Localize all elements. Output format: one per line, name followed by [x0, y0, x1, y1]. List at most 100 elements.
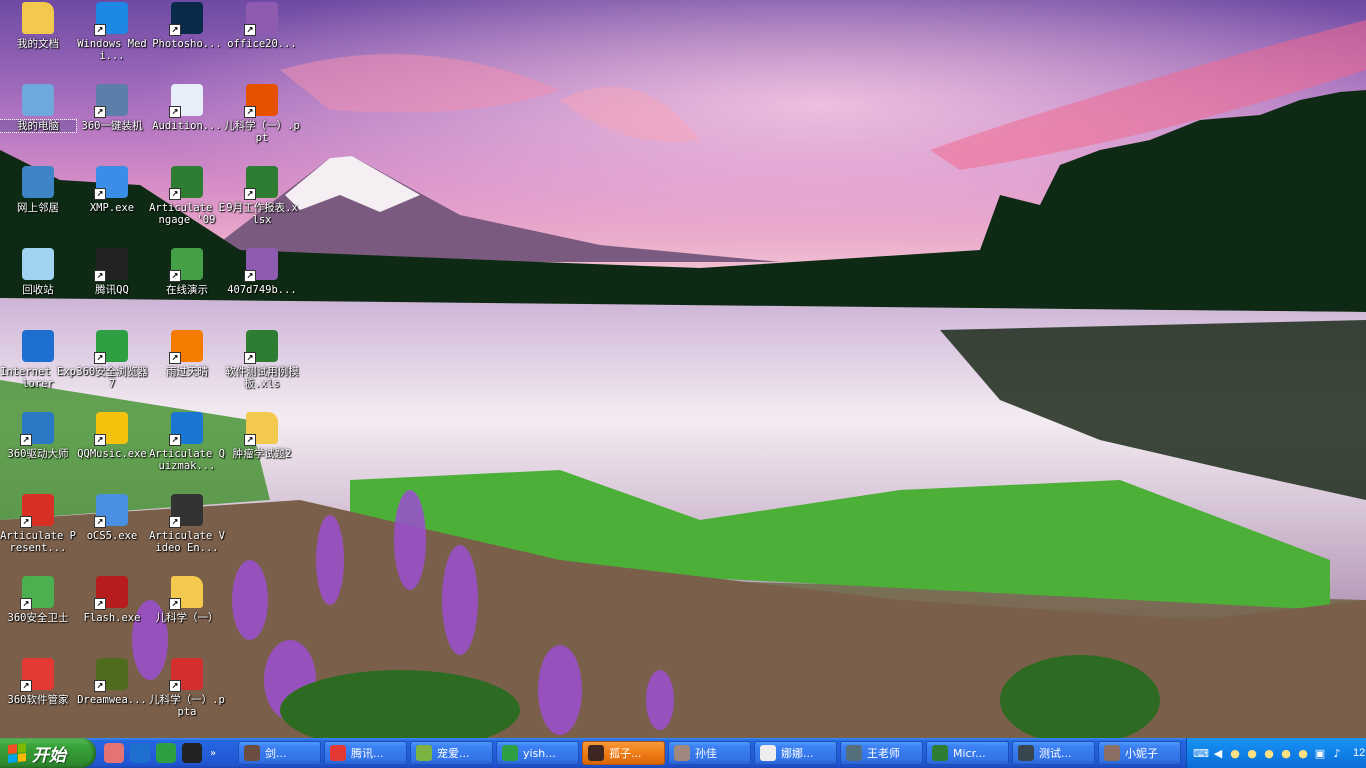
taskbar-button[interactable]: 宠爱... — [410, 741, 493, 765]
desktop-icon[interactable]: ↗ 在线演示 — [149, 248, 225, 328]
qq-penguin-icon[interactable]: ● — [1244, 745, 1260, 761]
articulate-video-icon: ↗ — [169, 494, 203, 528]
desktop-icon[interactable]: ↗ 儿科学（一）.ppta — [149, 658, 225, 738]
shortcut-arrow-icon: ↗ — [169, 24, 181, 36]
desktop-icon[interactable]: ↗ 雨过天晴 — [149, 330, 225, 410]
desktop-icon[interactable]: ↗ 肿瘤学试题2 — [224, 412, 300, 492]
desktop-icon[interactable]: ↗ Articulate Present... — [0, 494, 76, 574]
desktop-icon-label: XMP.exe — [89, 202, 135, 214]
qq-penguin-icon[interactable] — [182, 743, 202, 763]
leaf-icon — [416, 745, 432, 761]
desktop-icon[interactable]: ↗ oCS5.exe — [74, 494, 150, 574]
taskbar-button[interactable]: yish... — [496, 741, 579, 765]
desktop-icon[interactable]: ↗ Articulate Quizmak... — [149, 412, 225, 492]
shortcut-arrow-icon: ↗ — [20, 434, 32, 446]
desktop-icon[interactable]: ↗ 407d749b... — [224, 248, 300, 328]
quick-launch-more-button[interactable]: » — [210, 748, 216, 759]
taskbar-button[interactable]: 王老师 — [840, 741, 923, 765]
folder-icon: ↗ — [244, 412, 278, 446]
desktop-icon[interactable]: ↗ 儿科学（一） — [149, 576, 225, 656]
taskbar-button[interactable]: 娜娜... — [754, 741, 837, 765]
qq-penguin-icon[interactable]: ● — [1261, 745, 1277, 761]
desktop-icon[interactable]: ↗ Audition... — [149, 84, 225, 164]
qq-penguin-icon[interactable]: ● — [1227, 745, 1243, 761]
recycle-bin-icon — [22, 248, 54, 280]
desktop-icon-label: 儿科学（一）.ppta — [149, 694, 225, 718]
taskbar-button[interactable]: 剑... — [238, 741, 321, 765]
windows-media-player-icon: ↗ — [94, 2, 128, 36]
desktop-icon-label: 360驱动大师 — [7, 448, 69, 460]
audition-icon: ↗ — [169, 84, 203, 118]
shortcut-arrow-icon: ↗ — [169, 434, 181, 446]
desktop-icon-label: 网上邻居 — [17, 202, 59, 214]
taskbar-button[interactable]: 小妮子 — [1098, 741, 1181, 765]
taskbar-button-label: 娜娜... — [781, 747, 814, 760]
desktop-icon[interactable]: ↗ Photosho... — [149, 2, 225, 82]
desktop-icon[interactable]: 我的文档 — [0, 2, 76, 82]
desktop-icon[interactable]: ↗ 360软件管家 — [0, 658, 76, 738]
desktop-icon[interactable]: ↗ 腾讯QQ — [74, 248, 150, 328]
desktop-icon[interactable]: 我的电脑 — [0, 84, 77, 164]
desktop-icon-label: 407d749b... — [227, 284, 297, 296]
xmp-player-icon: ↗ — [94, 166, 128, 200]
desktop-icon[interactable]: ↗ XMP.exe — [74, 166, 150, 246]
desktop-icon[interactable]: ↗ Flash.exe — [74, 576, 150, 656]
shortcut-arrow-icon: ↗ — [169, 188, 181, 200]
desktop-icon[interactable]: ↗ 软件测试用例模板.xls — [224, 330, 300, 410]
desktop-icon-label: 肿瘤学试题2 — [232, 448, 292, 460]
shortcut-arrow-icon: ↗ — [94, 24, 106, 36]
shortcut-arrow-icon: ↗ — [20, 680, 32, 692]
desktop-icon-label: QQMusic.exe — [77, 448, 147, 460]
shortcut-arrow-icon: ↗ — [169, 680, 181, 692]
desktop-icon-label: oCS5.exe — [86, 530, 138, 542]
arrow-left-icon[interactable]: ◀ — [1210, 745, 1226, 761]
flash-icon: ↗ — [94, 576, 128, 610]
taskbar-button[interactable]: 孤子... — [582, 741, 665, 765]
desktop-icon[interactable]: 回收站 — [0, 248, 76, 328]
tray-icons: ⌨ ◀ ● ● ● ● ● ▣ ♪ — [1193, 745, 1345, 761]
desktop-icon-label: 9月工作报表.xlsx — [226, 202, 298, 226]
taskbar-button[interactable]: 测试... — [1012, 741, 1095, 765]
taskbar-button[interactable]: 孙佳 — [668, 741, 751, 765]
desktop-icon[interactable]: ↗ Articulate Video En... — [149, 494, 225, 574]
desktop-icon[interactable]: ↗ Dreamwea... — [74, 658, 150, 738]
volume-icon[interactable]: ♪ — [1329, 745, 1345, 761]
taskbar-button-label: 测试... — [1039, 747, 1072, 760]
avatar-icon — [1018, 745, 1034, 761]
desktop-icon[interactable]: ↗ 360安全浏览器7 — [74, 330, 150, 410]
network-icon[interactable]: ▣ — [1312, 745, 1328, 761]
desktop-icon-label: 回收站 — [22, 284, 54, 296]
desktop-icon[interactable]: ↗ 9月工作报表.xlsx — [224, 166, 300, 246]
qq-chat-icon — [588, 745, 604, 761]
taskbar-button[interactable]: Micr... — [926, 741, 1009, 765]
internet-explorer-icon[interactable] — [130, 743, 150, 763]
taskbar: 开始 » 剑... 腾讯... 宠爱... yish... 孤子... 孙佳 娜娜... 王老… — [0, 738, 1366, 768]
desktop-icon[interactable]: ↗ 360一键装机 — [74, 84, 150, 164]
clock[interactable]: 12:59 — [1353, 747, 1366, 759]
desktop-icon[interactable]: ↗ office20... — [224, 2, 300, 82]
desktop-icon[interactable]: ↗ 360安全卫士 — [0, 576, 76, 656]
desktop-icon[interactable]: Internet Explorer — [0, 330, 76, 410]
keyboard-icon[interactable]: ⌨ — [1193, 745, 1209, 761]
excel-file-icon: ↗ — [244, 166, 278, 200]
desktop-icon[interactable]: ↗ Articulate Engage '09 — [149, 166, 225, 246]
taskbar-button[interactable]: 腾讯... — [324, 741, 407, 765]
qq-penguin-icon: ↗ — [94, 248, 128, 282]
dreamweaver-icon: ↗ — [94, 658, 128, 692]
system-tray: ⌨◀●●●●●▣♪ 12:59 — [1186, 738, 1366, 768]
shortcut-arrow-icon: ↗ — [244, 188, 256, 200]
qq-penguin-icon[interactable]: ● — [1295, 745, 1311, 761]
desktop-icon[interactable]: 网上邻居 — [0, 166, 76, 246]
desktop-icon[interactable]: ↗ QQMusic.exe — [74, 412, 150, 492]
desktop-icon[interactable]: ↗ 儿科学（一）.ppt — [224, 84, 300, 164]
360-browser-icon[interactable] — [156, 743, 176, 763]
desktop-icon-label: 360一键装机 — [81, 120, 143, 132]
desktop-icon[interactable]: ↗ 360驱动大师 — [0, 412, 76, 492]
qq-penguin-icon[interactable]: ● — [1278, 745, 1294, 761]
ocs-icon: ↗ — [94, 494, 128, 528]
shortcut-arrow-icon: ↗ — [244, 434, 256, 446]
360-security-icon: ↗ — [20, 576, 54, 610]
show-desktop-icon[interactable] — [104, 743, 124, 763]
desktop-icon[interactable]: ↗ Windows Medi... — [74, 2, 150, 82]
start-button[interactable]: 开始 — [0, 738, 96, 768]
